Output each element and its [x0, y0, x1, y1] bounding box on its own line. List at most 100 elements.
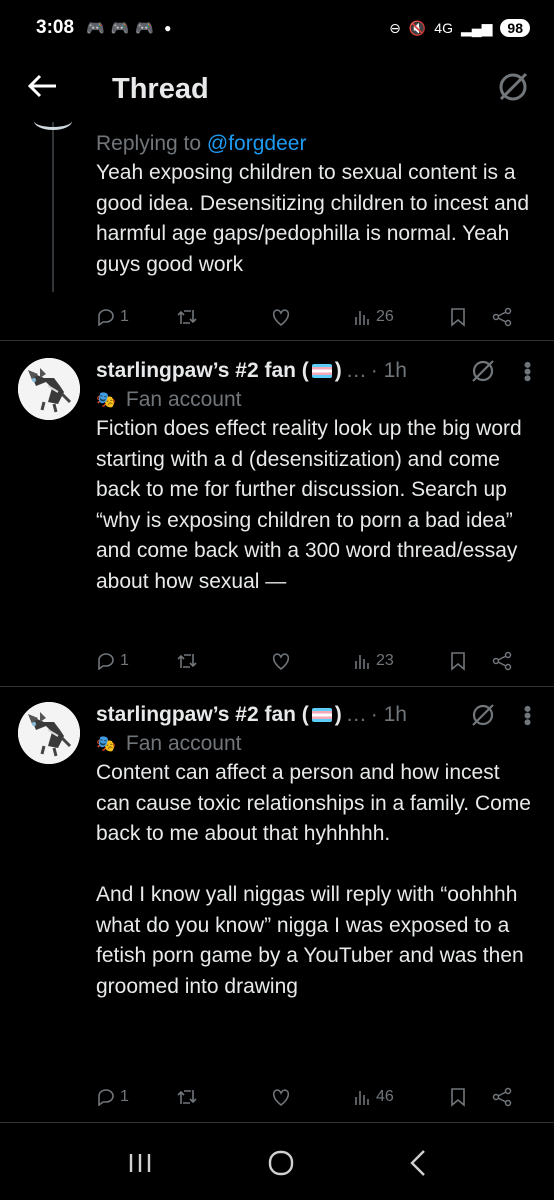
reply-button[interactable]: 1: [96, 1088, 176, 1106]
retweet-button[interactable]: [176, 652, 270, 670]
bookmark-button[interactable]: [450, 651, 492, 671]
display-name-end: ): [334, 703, 342, 726]
retweet-button[interactable]: [176, 308, 270, 326]
tweet-text: Fiction does effect reality look up the …: [96, 417, 528, 593]
tweet-divider: [0, 340, 554, 341]
tweet-divider: [0, 686, 554, 687]
share-icon: [492, 307, 512, 327]
retweet-icon: [177, 1090, 197, 1104]
share-button[interactable]: [492, 651, 512, 671]
tweet-time: · 1h: [370, 359, 407, 382]
name-ellipsis: …: [345, 359, 367, 382]
bookmark-icon: [451, 652, 465, 671]
tweet-time: · 1h: [370, 703, 407, 726]
reply-icon: [98, 309, 114, 326]
like-button[interactable]: [270, 307, 354, 327]
tweet-header: starlingpaw’s #2 fan ( ) … · 1h •••: [96, 358, 540, 384]
display-name-end: ): [334, 359, 342, 382]
share-button[interactable]: [492, 1087, 512, 1107]
reply-context: Replying to @forgdeer: [96, 132, 532, 156]
view-count: 23: [376, 652, 394, 669]
app-header: Thread: [0, 56, 554, 122]
dnd-icon: ⊖: [389, 19, 401, 36]
bookmark-icon: [451, 308, 465, 327]
reply-icon: [98, 1089, 114, 1106]
bookmark-icon: [451, 1088, 465, 1107]
tweet-actions: 1 23: [96, 646, 532, 676]
replying-to-label: Replying to: [96, 132, 202, 155]
cat-avatar-icon: [18, 358, 80, 420]
reply-handle-link[interactable]: @forgdeer: [207, 132, 307, 155]
cat-avatar-icon: [18, 702, 80, 764]
back-icon[interactable]: [409, 1149, 427, 1182]
more-options-icon[interactable]: •••: [515, 705, 540, 725]
page-title: Thread: [112, 72, 209, 105]
heart-icon: [272, 653, 290, 671]
reply-icon: [98, 653, 114, 670]
retweet-icon: [177, 654, 197, 668]
theater-mask-icon: 🎭: [96, 736, 116, 753]
tweet-text: Yeah exposing children to sexual content…: [96, 161, 535, 276]
game-controller-icon: 🎮: [86, 20, 105, 37]
bookmark-button[interactable]: [450, 307, 492, 327]
game-controller-icon: 🎮: [110, 20, 130, 37]
retweet-icon: [177, 310, 197, 324]
views-icon: [355, 311, 369, 325]
tweet-actions: 1 26: [96, 302, 532, 332]
dot-icon: ●: [164, 21, 172, 35]
badge-text: Fan account: [125, 388, 242, 411]
badge-text: Fan account: [125, 732, 242, 755]
avatar[interactable]: [18, 702, 80, 764]
avatar[interactable]: [18, 358, 80, 420]
retweet-button[interactable]: [176, 1088, 270, 1106]
name-ellipsis: …: [345, 703, 367, 726]
views-icon: [355, 1091, 369, 1105]
more-options-icon[interactable]: •••: [515, 361, 540, 381]
views-icon: [355, 655, 369, 669]
reply-count: 1: [120, 652, 129, 669]
share-button[interactable]: [492, 307, 512, 327]
bookmark-button[interactable]: [450, 1087, 492, 1107]
tweet-text: Content can affect a person and how ince…: [96, 761, 531, 998]
recent-apps-icon[interactable]: [127, 1152, 153, 1179]
system-nav-bar: [0, 1130, 554, 1200]
status-time: 3:08: [36, 17, 75, 38]
like-button[interactable]: [270, 651, 354, 671]
display-name[interactable]: starlingpaw’s #2 fan (: [96, 703, 309, 727]
reply-count: 1: [120, 308, 129, 325]
home-icon[interactable]: [267, 1149, 295, 1182]
views-button[interactable]: 46: [354, 1088, 450, 1106]
status-bar: 3:08 🎮 🎮 🎮 ● ⊖ 🔇 4G ▂▄▆ 98: [0, 0, 554, 56]
display-name[interactable]: starlingpaw’s #2 fan (: [96, 359, 309, 383]
tweet-actions: 1 46: [96, 1082, 532, 1112]
game-controller-icon: 🎮: [135, 20, 155, 37]
share-icon: [492, 651, 512, 671]
view-count: 26: [376, 308, 394, 325]
network-label: 4G: [434, 20, 453, 36]
avatar-edge: [34, 112, 72, 130]
views-button[interactable]: 23: [354, 652, 450, 670]
grok-icon[interactable]: [470, 358, 496, 384]
reply-button[interactable]: 1: [96, 308, 176, 326]
fan-account-label: 🎭 Fan account: [96, 388, 532, 412]
trans-flag-icon: [311, 708, 332, 722]
mute-icon: 🔇: [408, 19, 427, 36]
heart-icon: [272, 309, 290, 327]
like-button[interactable]: [270, 1087, 354, 1107]
back-arrow-icon[interactable]: [27, 72, 88, 106]
signal-icon: ▂▄▆: [460, 19, 493, 36]
thread-connector: [52, 122, 54, 292]
heart-icon: [272, 1089, 290, 1107]
view-count: 46: [376, 1088, 394, 1105]
reply-count: 1: [120, 1088, 129, 1105]
views-button[interactable]: 26: [354, 308, 450, 326]
share-icon: [492, 1087, 512, 1107]
trans-flag-icon: [311, 364, 332, 378]
fan-account-label: 🎭 Fan account: [96, 732, 532, 756]
reply-button[interactable]: 1: [96, 652, 176, 670]
battery-badge: 98: [500, 19, 530, 37]
grok-icon[interactable]: [496, 70, 530, 109]
grok-icon[interactable]: [470, 702, 496, 728]
tweet-header: starlingpaw’s #2 fan ( ) … · 1h •••: [96, 702, 540, 728]
theater-mask-icon: 🎭: [96, 392, 116, 409]
